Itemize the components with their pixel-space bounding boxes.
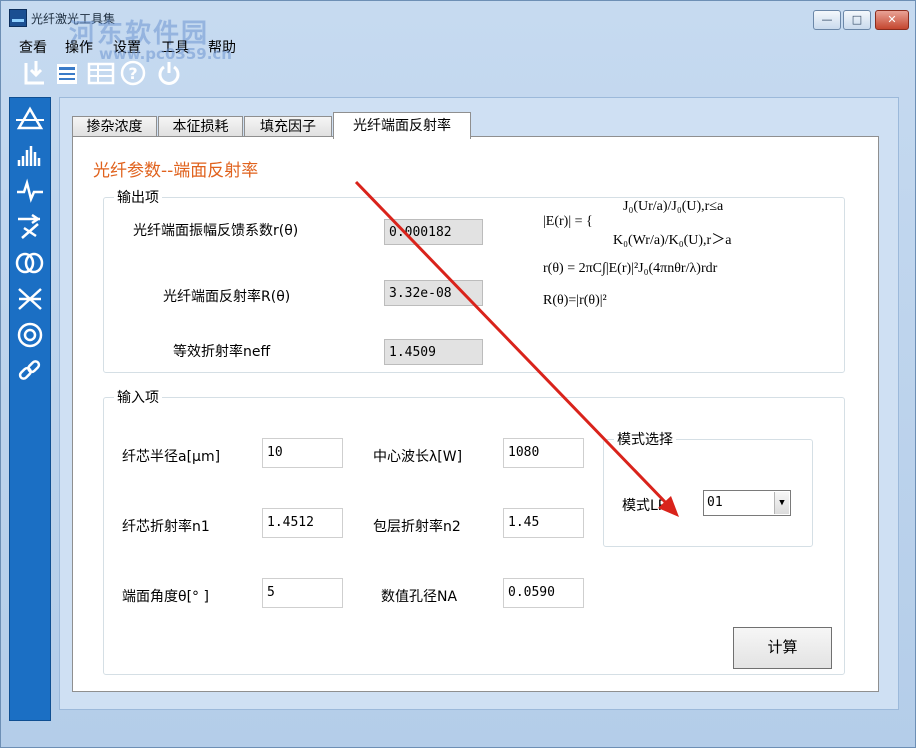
pulse-icon[interactable] bbox=[15, 178, 45, 208]
output-legend: 输出项 bbox=[117, 190, 159, 206]
table-icon[interactable] bbox=[87, 59, 115, 89]
effective-index-output: 1.4509 bbox=[384, 339, 483, 365]
numerical-aperture-input[interactable]: 0.0590 bbox=[503, 578, 584, 608]
mode-lp-select[interactable]: 01 ▼ bbox=[703, 490, 791, 516]
core-index-label: 纤芯折射率n1 bbox=[122, 519, 210, 535]
tab-fill-factor[interactable]: 填充因子 bbox=[244, 116, 332, 138]
main-area: 掺杂浓度 本征损耗 填充因子 光纤端面反射率 光纤参数--端面反射率 输出项 光… bbox=[59, 97, 899, 710]
formula-field-cladding: K₀(Wr/a)/K₀(U),r＞a bbox=[613, 233, 732, 248]
maximize-button[interactable]: □ bbox=[843, 10, 871, 30]
coupler-icon[interactable] bbox=[15, 286, 45, 316]
core-radius-label: 纤芯半径a[μm] bbox=[122, 449, 221, 465]
sidebar bbox=[9, 97, 51, 721]
link-icon[interactable] bbox=[15, 358, 45, 388]
center-wavelength-label: 中心波长λ[W] bbox=[373, 449, 463, 465]
menu-operate[interactable]: 操作 bbox=[65, 37, 93, 57]
numerical-aperture-label: 数值孔径NA bbox=[381, 589, 458, 605]
panel-title: 光纤参数--端面反射率 bbox=[93, 161, 259, 181]
mode-select-legend: 模式选择 bbox=[617, 432, 673, 448]
formula-amplitude: r(θ) = 2πC∫|E(r)|²J₀(4πnθr/λ)rdr bbox=[543, 261, 718, 276]
chevron-down-icon[interactable]: ▼ bbox=[774, 492, 789, 514]
core-radius-input[interactable]: 10 bbox=[262, 438, 343, 468]
formula-field-core: J₀(Ur/a)/J₀(U),r≤a bbox=[623, 199, 724, 214]
reflectivity-output: 3.32e-08 bbox=[384, 280, 483, 306]
tab-doping-concentration[interactable]: 掺杂浓度 bbox=[72, 116, 157, 138]
calculate-button[interactable]: 计算 bbox=[733, 627, 832, 669]
amplitude-feedback-label: 光纤端面振幅反馈系数r(θ) bbox=[133, 223, 299, 239]
tab-panel: 光纤参数--端面反射率 输出项 光纤端面振幅反馈系数r(θ) 0.000182 … bbox=[72, 136, 879, 692]
import-icon[interactable] bbox=[21, 59, 49, 89]
mode-select-group: 模式选择 bbox=[603, 429, 813, 547]
app-window: 光纤激光工具集 河东软件园 — □ ✕ 查看 操作 设置 工具 帮助 www.p… bbox=[0, 0, 916, 748]
app-icon bbox=[9, 9, 27, 27]
power-icon[interactable] bbox=[155, 59, 183, 89]
center-wavelength-input[interactable]: 1080 bbox=[503, 438, 584, 468]
beam-splitter-icon[interactable] bbox=[15, 213, 45, 244]
end-face-angle-label: 端面角度θ[° ] bbox=[122, 589, 209, 605]
svg-text:?: ? bbox=[128, 64, 137, 83]
ring-icon[interactable] bbox=[15, 322, 45, 352]
end-face-angle-input[interactable]: 5 bbox=[262, 578, 343, 608]
cladding-index-label: 包层折射率n2 bbox=[373, 519, 461, 535]
spectrum-icon[interactable] bbox=[15, 142, 45, 172]
formula-reflectivity: R(θ)=|r(θ)|² bbox=[543, 293, 607, 308]
input-legend: 输入项 bbox=[117, 390, 159, 406]
reflectivity-label: 光纤端面反射率R(θ) bbox=[163, 289, 291, 305]
prism-icon[interactable] bbox=[15, 106, 45, 136]
formula-field-left: |E(r)| = { bbox=[543, 214, 593, 229]
mode-lp-value: 01 bbox=[707, 495, 723, 510]
minimize-button[interactable]: — bbox=[813, 10, 841, 30]
help-icon[interactable]: ? bbox=[119, 59, 147, 89]
mode-lp-label: 模式LP bbox=[622, 498, 667, 514]
fiber-coil-icon[interactable] bbox=[15, 250, 45, 280]
tab-end-face-reflectivity[interactable]: 光纤端面反射率 bbox=[333, 112, 471, 139]
menu-view[interactable]: 查看 bbox=[19, 37, 47, 57]
tab-intrinsic-loss[interactable]: 本征损耗 bbox=[158, 116, 243, 138]
cladding-index-input[interactable]: 1.45 bbox=[503, 508, 584, 538]
calculator-icon[interactable] bbox=[53, 59, 81, 89]
amplitude-feedback-output: 0.000182 bbox=[384, 219, 483, 245]
close-button[interactable]: ✕ bbox=[875, 10, 909, 30]
title-bar: 光纤激光工具集 河东软件园 — □ ✕ bbox=[1, 1, 915, 49]
core-index-input[interactable]: 1.4512 bbox=[262, 508, 343, 538]
effective-index-label: 等效折射率neff bbox=[173, 344, 271, 360]
